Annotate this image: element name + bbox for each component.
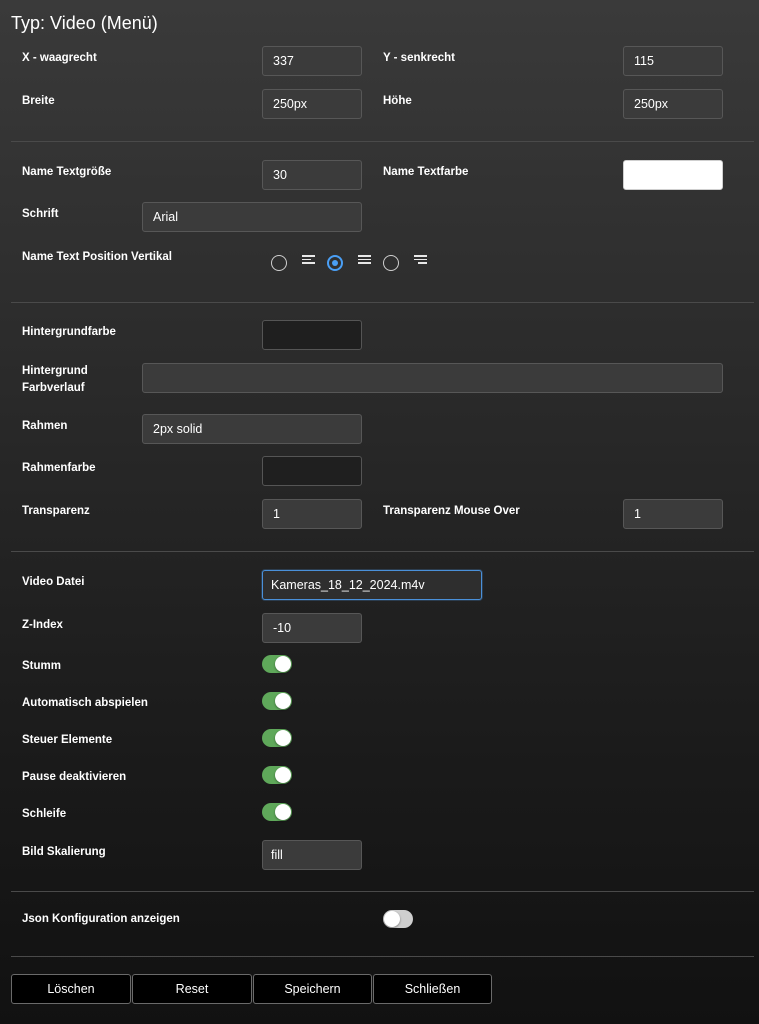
controls-label: Steuer Elemente [22, 734, 113, 746]
dialog-title: Typ: Video (Menü) [11, 13, 158, 33]
x-input[interactable]: 337 [262, 46, 362, 76]
vpos-center-radio[interactable] [327, 255, 343, 271]
align-center-icon [358, 255, 371, 266]
border-label: Rahmen [22, 420, 68, 432]
toggle-knob [275, 656, 291, 672]
loop-toggle[interactable] [262, 803, 292, 821]
autoplay-label: Automatisch abspielen [22, 697, 148, 709]
muted-label: Stumm [22, 660, 61, 672]
toggle-knob [384, 911, 400, 927]
save-button[interactable]: Speichern [253, 974, 372, 1004]
muted-toggle[interactable] [262, 655, 292, 673]
reset-button[interactable]: Reset [132, 974, 252, 1004]
video-file-label: Video Datei [22, 576, 85, 588]
toggle-knob [275, 730, 291, 746]
toggle-knob [275, 693, 291, 709]
text-color-picker[interactable] [623, 160, 723, 190]
section-divider [11, 891, 754, 892]
font-label: Schrift [22, 208, 59, 220]
disable-pause-label: Pause deaktivieren [22, 771, 127, 783]
x-label: X - waagrecht [22, 52, 97, 64]
gradient-label-line2: Farbverlauf [22, 382, 85, 394]
bg-color-label: Hintergrundfarbe [22, 326, 116, 338]
font-input[interactable]: Arial [142, 202, 362, 232]
section-divider [11, 956, 754, 957]
height-input[interactable]: 250px [623, 89, 723, 119]
opacity-input[interactable]: 1 [262, 499, 362, 529]
border-color-label: Rahmenfarbe [22, 462, 96, 474]
opacity-label: Transparenz [22, 505, 90, 517]
bg-color-picker[interactable] [262, 320, 362, 350]
json-config-label: Json Konfiguration anzeigen [22, 913, 180, 925]
opacity-hover-input[interactable]: 1 [623, 499, 723, 529]
delete-button[interactable]: Löschen [11, 974, 131, 1004]
zindex-label: Z-Index [22, 619, 63, 631]
section-divider [11, 551, 754, 552]
border-input[interactable]: 2px solid [142, 414, 362, 444]
zindex-input[interactable]: -10 [262, 613, 362, 643]
json-config-toggle[interactable] [383, 910, 413, 928]
text-size-input[interactable]: 30 [262, 160, 362, 190]
align-top-icon [302, 255, 315, 266]
vpos-bottom-radio[interactable] [383, 255, 399, 271]
width-input[interactable]: 250px [262, 89, 362, 119]
video-file-input[interactable]: Kameras_18_12_2024.m4v [262, 570, 482, 600]
y-input[interactable]: 115 [623, 46, 723, 76]
height-label: Höhe [383, 95, 412, 107]
section-divider [11, 302, 754, 303]
close-button[interactable]: Schließen [373, 974, 492, 1004]
controls-toggle[interactable] [262, 729, 292, 747]
disable-pause-toggle[interactable] [262, 766, 292, 784]
loop-label: Schleife [22, 808, 67, 820]
y-label: Y - senkrecht [383, 52, 456, 64]
gradient-input[interactable] [142, 363, 723, 393]
scaling-label: Bild Skalierung [22, 846, 106, 858]
scaling-input[interactable]: fill [262, 840, 362, 870]
toggle-knob [275, 804, 291, 820]
text-size-label: Name Textgröße [22, 166, 112, 178]
text-vpos-label: Name Text Position Vertikal [22, 251, 172, 263]
toggle-knob [275, 767, 291, 783]
section-divider [11, 141, 754, 142]
text-color-label: Name Textfarbe [383, 166, 469, 178]
border-color-picker[interactable] [262, 456, 362, 486]
width-label: Breite [22, 95, 55, 107]
vpos-top-radio[interactable] [271, 255, 287, 271]
align-bottom-icon [414, 255, 427, 266]
autoplay-toggle[interactable] [262, 692, 292, 710]
opacity-hover-label: Transparenz Mouse Over [383, 505, 520, 517]
